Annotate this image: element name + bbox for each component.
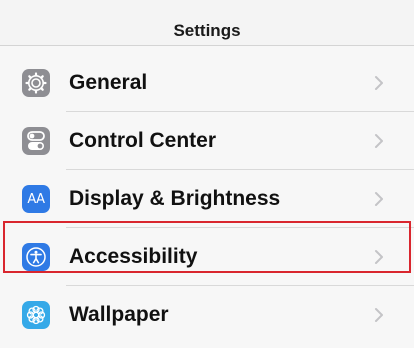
chevron-right-icon [375, 308, 383, 322]
flower-icon [22, 301, 50, 329]
settings-row-label: Accessibility [69, 245, 198, 268]
chevron-right-icon [375, 250, 383, 264]
settings-row-control-center[interactable]: Control Center [0, 112, 414, 170]
accessibility-person-icon [22, 243, 50, 271]
settings-row-general[interactable]: General [0, 54, 414, 112]
page-title: Settings [173, 21, 241, 40]
settings-row-wallpaper[interactable]: Wallpaper [0, 286, 414, 344]
settings-row-label: Control Center [69, 129, 216, 152]
gear-icon [22, 69, 50, 97]
icon-glyph: AA [27, 191, 45, 207]
settings-row-label: Wallpaper [69, 303, 169, 326]
chevron-right-icon [375, 76, 383, 90]
settings-row-accessibility[interactable]: Accessibility [0, 228, 414, 286]
navigation-bar: Settings [0, 0, 414, 46]
settings-row-label: Display & Brightness [69, 187, 281, 210]
settings-row-display-brightness[interactable]: AA Display & Brightness [0, 170, 414, 228]
toggle-switches-icon [22, 127, 50, 155]
chevron-right-icon [375, 192, 383, 206]
settings-row-label: General [69, 71, 148, 94]
settings-list: General Control Center AA Display & Brig… [0, 46, 414, 348]
text-size-icon: AA [22, 185, 50, 213]
chevron-right-icon [375, 134, 383, 148]
